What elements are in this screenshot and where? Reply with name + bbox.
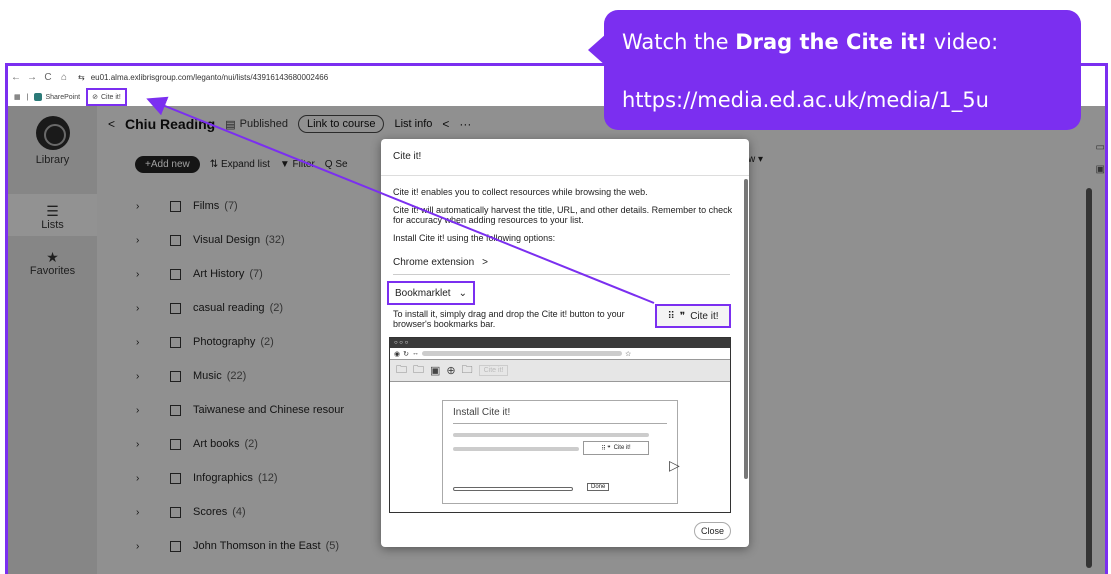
divider — [453, 423, 667, 424]
dialog-scrollbar[interactable] — [744, 179, 748, 479]
callout-heading: Watch the Drag the Cite it! video: — [622, 30, 999, 54]
sharepoint-icon — [34, 93, 43, 101]
illustration-card: Install Cite it! ⠿ ❞ Cite it! ▷ Done — [442, 400, 680, 504]
placeholder-input — [453, 487, 573, 491]
folder-icon: 🗀 — [461, 364, 473, 376]
dialog-intro-text: Cite it! enables you to collect resource… — [393, 187, 648, 197]
placeholder-bar — [453, 447, 579, 451]
back-icon[interactable]: ← — [8, 72, 24, 83]
reload-icon[interactable]: C — [40, 72, 56, 83]
callout-video-link[interactable]: https://media.ed.ac.uk/media/1_5u — [622, 88, 989, 112]
bookmark-install-illustration: ○ ○ ○ ◉ ↻ ↔ ☆ 🗀 🗀 ▣ ⊕ 🗀 Cite it! Install… — [389, 337, 731, 513]
chrome-extension-option[interactable]: Chrome extension > — [393, 257, 488, 268]
dialog-harvest-text: Cite it! will automatically harvest the … — [393, 205, 733, 225]
chevron-right-icon: > — [482, 257, 488, 268]
bookmark-sharepoint[interactable]: SharePoint — [34, 93, 80, 101]
url-text: eu01.alma.exlibrisgroup.com/leganto/nui/… — [90, 72, 329, 82]
drag-instructions-text: To install it, simply drag and drop the … — [393, 309, 625, 329]
illustration-card-title: Install Cite it! — [453, 407, 511, 418]
chevron-down-icon: ⌄ — [458, 287, 467, 299]
globe-icon: ⊕ — [446, 365, 456, 377]
address-bar[interactable]: ⇆ eu01.alma.exlibrisgroup.com/leganto/nu… — [78, 73, 328, 82]
illustration-done-button: Done — [587, 483, 610, 491]
video-callout: Watch the Drag the Cite it! video: https… — [604, 10, 1081, 130]
placeholder-bar — [453, 433, 649, 437]
grid-icon[interactable]: ▦ — [14, 93, 21, 101]
illustration-titlebar: ○ ○ ○ — [390, 338, 730, 348]
cite-it-bookmarklet-button[interactable]: ⠿ ❞ Cite it! — [655, 304, 731, 328]
dialog-install-options-text: Install Cite it! using the following opt… — [393, 233, 556, 243]
illustration-url-field — [421, 351, 622, 356]
illustration-cite-it-button: ⠿ ❞ Cite it! — [583, 441, 649, 455]
divider — [381, 175, 749, 176]
star-icon: ☆ — [624, 350, 632, 358]
forward-icon[interactable]: → — [24, 72, 40, 83]
bookmark-icon: ▣ — [430, 365, 441, 377]
close-button[interactable]: Close — [694, 522, 732, 540]
folder-icon: 🗀 — [413, 364, 424, 376]
cite-it-dialog: Cite it! Cite it! enables you to collect… — [381, 139, 749, 547]
site-settings-icon[interactable]: ⇆ — [78, 73, 85, 82]
citeit-icon: ⊘ — [92, 94, 98, 101]
illustration-bookmarks-bar: 🗀 🗀 ▣ ⊕ 🗀 Cite it! — [390, 360, 730, 382]
bookmarklet-option[interactable]: Bookmarklet ⌄ — [387, 281, 475, 305]
arrows-icon: ↔ — [411, 350, 419, 357]
reload-icon: ↻ — [403, 350, 409, 358]
ghost-cite-it-bookmark: Cite it! — [478, 365, 509, 376]
dialog-title: Cite it! — [393, 151, 422, 162]
illustration-urlbar: ◉ ↻ ↔ ☆ — [390, 348, 730, 360]
chrome-logo-icon: ◉ — [394, 350, 401, 358]
drag-handle-icon: ⠿ — [667, 310, 675, 322]
cursor-icon: ▷ — [669, 457, 680, 473]
bookmark-cite-it[interactable]: ⊘ Cite it! — [86, 88, 127, 106]
home-icon[interactable]: ⌂ — [56, 72, 72, 83]
folder-icon: 🗀 — [396, 364, 407, 376]
quote-icon: ❞ — [679, 310, 686, 322]
divider — [393, 274, 730, 275]
